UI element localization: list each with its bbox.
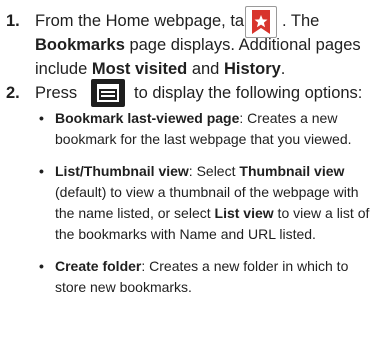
option-line-2: bookmark for the last webpage that you v… (55, 131, 352, 147)
option-line-4: the bookmarks with Name and URL listed. (55, 226, 316, 242)
step-1-line-1: From the Home webpage, tap (35, 12, 254, 30)
step-2-press-rest: to display the following options: (134, 84, 363, 102)
step-1-line-1-end: . The (282, 12, 320, 30)
option-line-1: Create folder: Creates a new folder in w… (55, 258, 349, 274)
menu-icon[interactable] (91, 79, 125, 107)
option-line-3: the name listed, or select List view to … (55, 205, 370, 221)
step-number: 2. (6, 84, 20, 102)
option-line-1: Bookmark last-viewed page: Creates a new (55, 110, 338, 126)
step-number: 1. (6, 12, 20, 30)
option-line-1: List/Thumbnail view: Select Thumbnail vi… (55, 163, 345, 179)
step-1-line-3: include Most visited and History. (35, 60, 286, 78)
step-1-line-2: Bookmarks page displays. Additional page… (35, 36, 361, 54)
bullet-icon: • (39, 110, 44, 126)
bullet-icon: • (39, 163, 44, 179)
option-line-2: (default) to view a thumbnail of the web… (55, 184, 359, 200)
step-2-press-label: Press (35, 84, 78, 102)
option-line-2: store new bookmarks. (55, 279, 192, 295)
bullet-icon: • (39, 258, 44, 274)
